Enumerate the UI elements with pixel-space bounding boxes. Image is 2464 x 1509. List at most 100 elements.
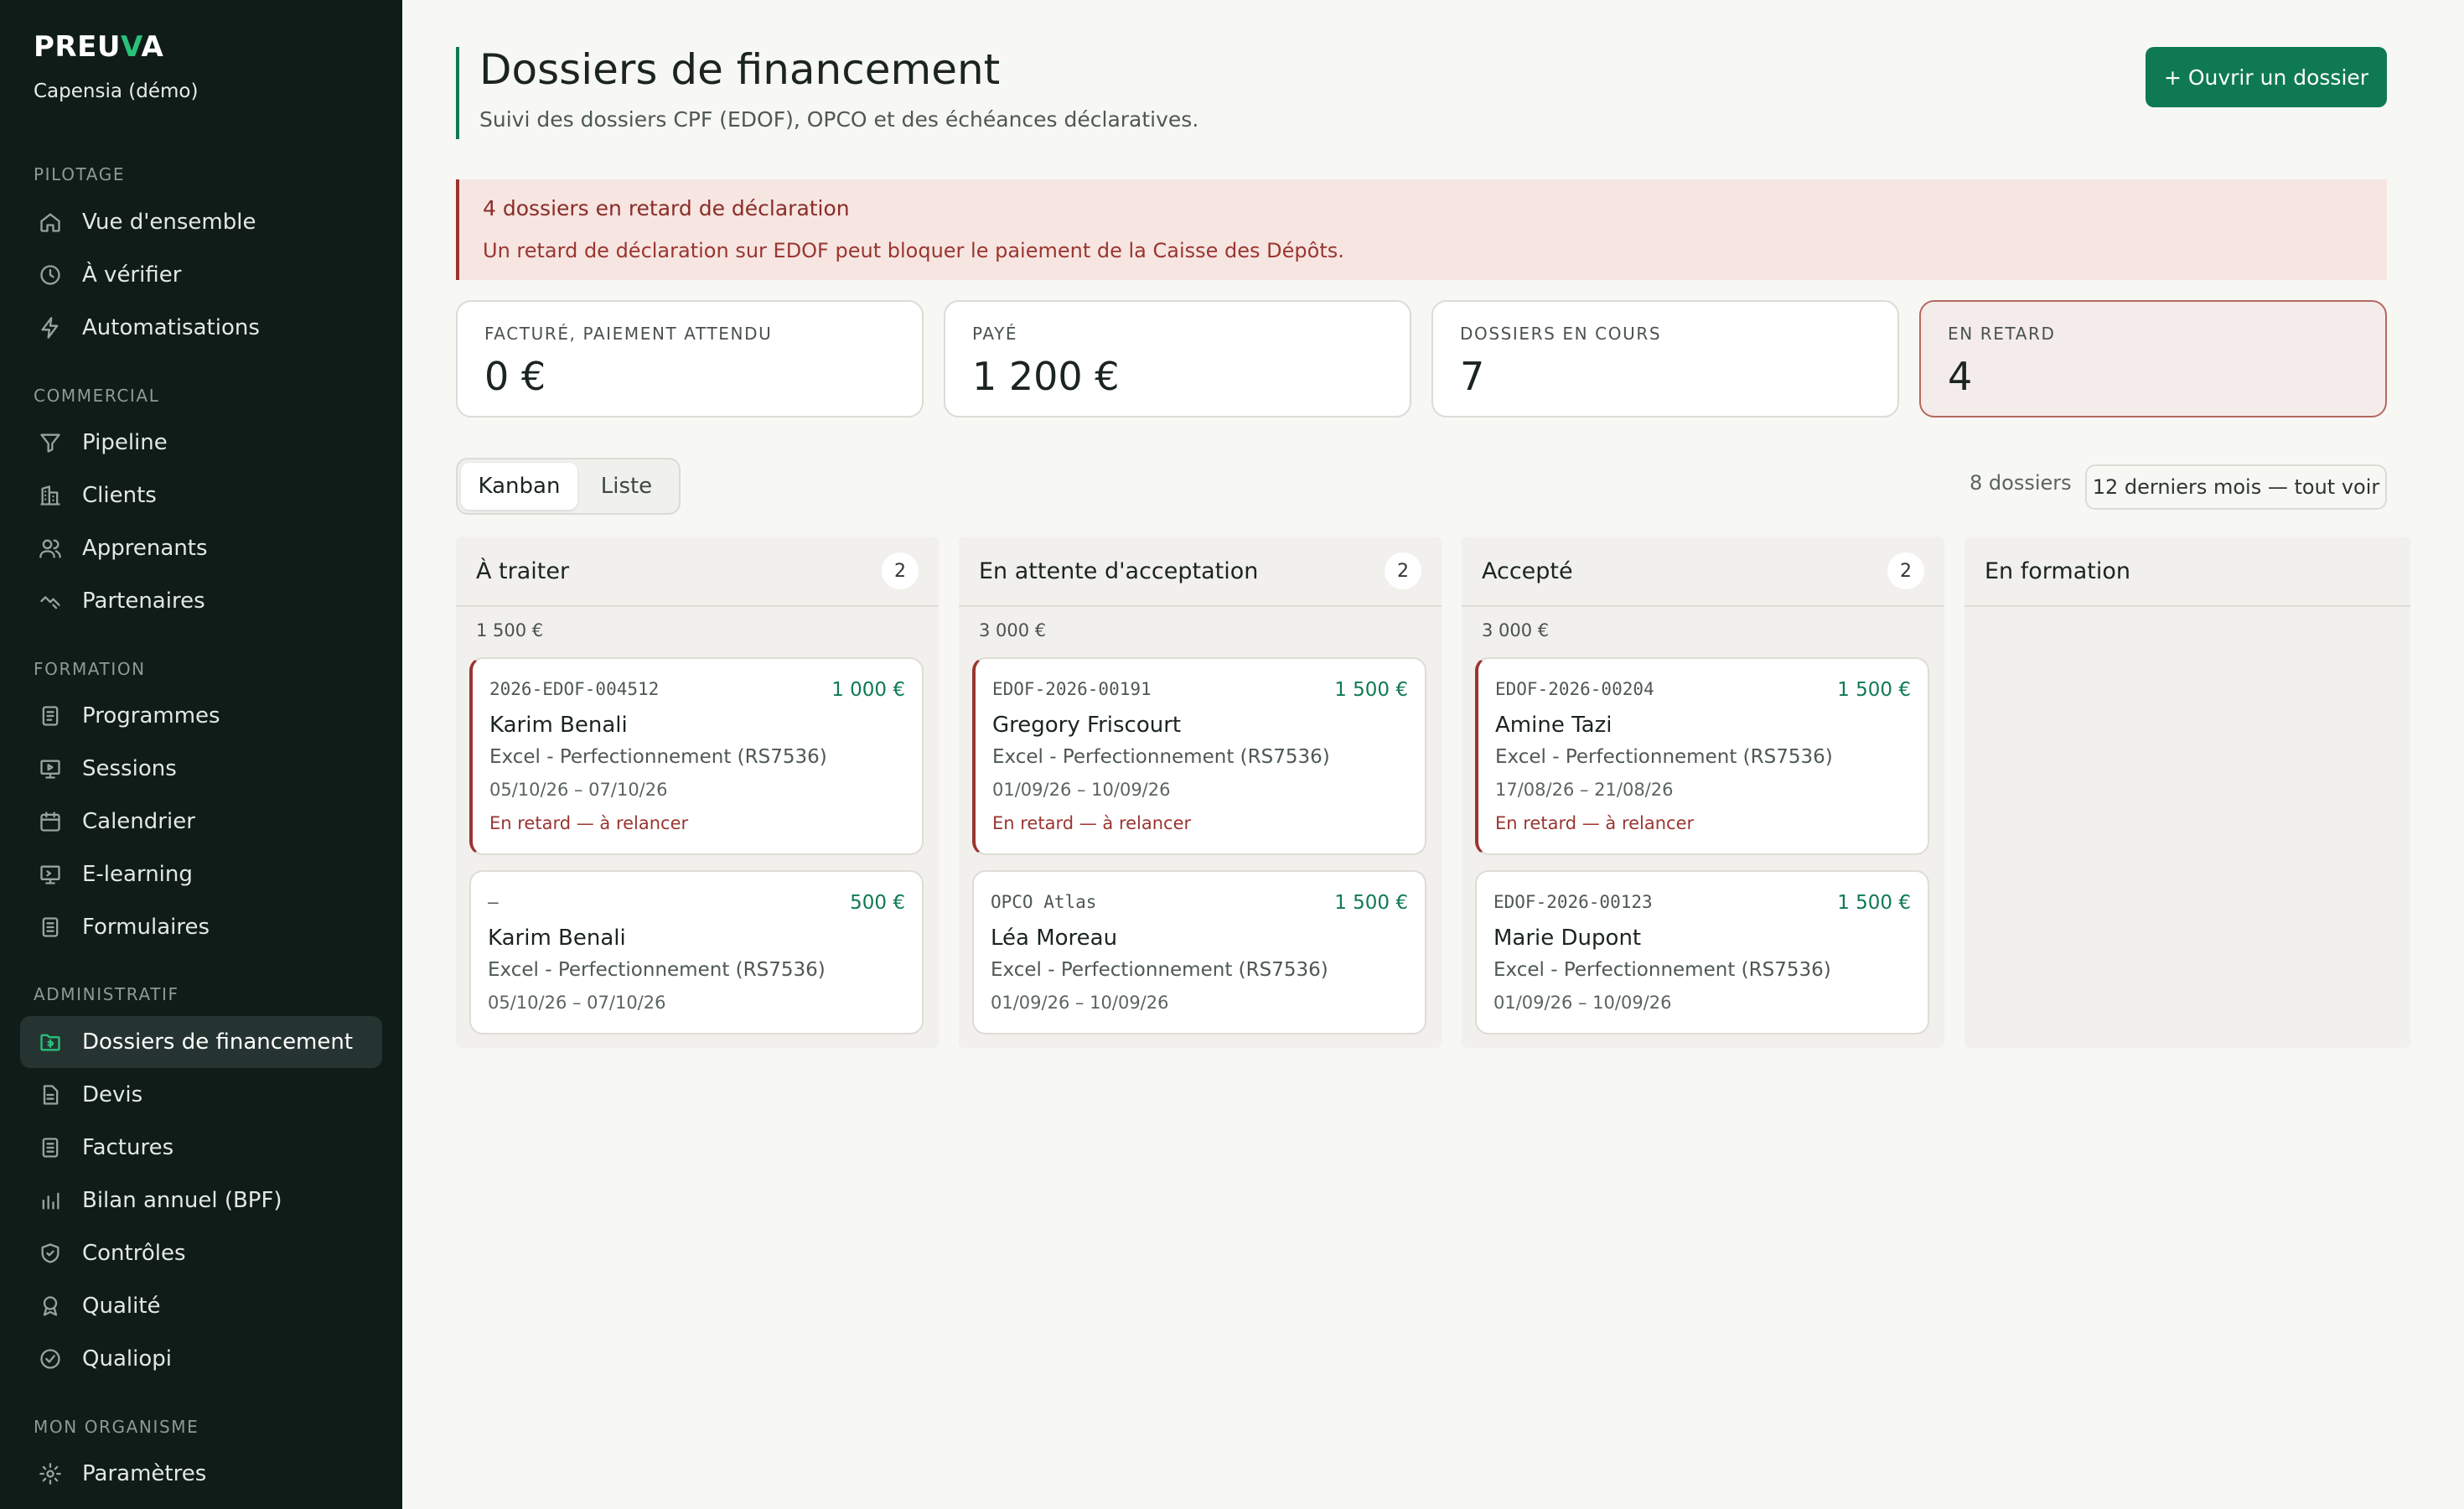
sidebar-item-label: Partenaires — [82, 589, 205, 614]
kanban-column-accepte: Accepté 2 3 000 € EDOF-2026-00204 1 500 €… — [1462, 537, 1944, 1048]
card-ref: EDOF-2026-00123 — [1493, 892, 1653, 912]
card-ref: EDOF-2026-00191 — [992, 679, 1152, 699]
view-toggle: Kanban Liste — [456, 458, 681, 515]
sidebar-item-qualiopi[interactable]: Qualiopi — [20, 1333, 382, 1385]
sidebar-item-calendar[interactable]: Calendrier — [20, 796, 382, 848]
column-count-badge: 2 — [1887, 552, 1924, 589]
form-icon — [39, 915, 62, 939]
sidebar: PREUVA Capensia (démo) PILOTAGE Vue d'en… — [0, 0, 402, 1509]
column-title: En formation — [1985, 557, 2130, 584]
dossier-card[interactable]: EDOF-2026-00191 1 500 € Gregory Friscourt… — [972, 657, 1426, 855]
page-title: Dossiers de financement — [479, 45, 1001, 94]
sidebar-item-label: Dossiers de financement — [82, 1029, 354, 1055]
dossier-card[interactable]: OPCO Atlas 1 500 € Léa Moreau Excel - Per… — [972, 870, 1426, 1035]
sidebar-item-label: Programmes — [82, 703, 220, 729]
column-sum: 3 000 € — [979, 620, 1047, 640]
sidebar-item-label: Devis — [82, 1082, 143, 1107]
sidebar-item-controls[interactable]: Contrôles — [20, 1227, 382, 1279]
users-icon — [39, 537, 62, 560]
card-name: Karim Benali — [489, 713, 628, 738]
sidebar-item-verify[interactable]: À vérifier — [20, 249, 382, 301]
check-circle-icon — [39, 1347, 62, 1371]
folder-money-icon — [39, 1030, 62, 1054]
kpi-paid: PAYÉ 1 200 € — [944, 300, 1411, 417]
sidebar-item-settings[interactable]: Paramètres — [20, 1448, 382, 1500]
card-amount: 500 € — [850, 892, 905, 914]
kpi-in-progress: DOSSIERS EN COURS 7 — [1431, 300, 1899, 417]
sidebar-item-pipeline[interactable]: Pipeline — [20, 417, 382, 469]
alert-title: 4 dossiers en retard de déclaration — [483, 196, 850, 220]
column-title: Accepté — [1482, 557, 1573, 584]
tab-list[interactable]: Liste — [577, 463, 676, 510]
brand-logo[interactable]: PREUVA — [34, 30, 163, 64]
card-warning: En retard — à relancer — [489, 813, 689, 833]
sidebar-item-label: E-learning — [82, 862, 193, 887]
card-program: Excel - Perfectionnement (RS7536) — [1495, 746, 1833, 768]
sidebar-item-label: Bilan annuel (BPF) — [82, 1188, 282, 1213]
sidebar-item-label: Clients — [82, 483, 157, 508]
sidebar-item-clients[interactable]: Clients — [20, 469, 382, 521]
kpi-label: PAYÉ — [972, 324, 1018, 344]
period-filter-button[interactable]: 12 derniers mois — tout voir — [2085, 464, 2387, 510]
card-warning: En retard — à relancer — [992, 813, 1192, 833]
card-name: Marie Dupont — [1493, 926, 1642, 951]
open-dossier-button[interactable]: + Ouvrir un dossier — [2146, 47, 2387, 107]
sidebar-item-label: Formulaires — [82, 915, 210, 940]
card-dates: 05/10/26 – 07/10/26 — [489, 780, 668, 800]
section-formation: FORMATION — [34, 659, 146, 679]
card-ref: EDOF-2026-00204 — [1495, 679, 1654, 699]
card-program: Excel - Perfectionnement (RS7536) — [488, 959, 826, 981]
kpi-value: 4 — [1948, 354, 1973, 399]
monitor-icon — [39, 863, 62, 886]
sidebar-item-learners[interactable]: Apprenants — [20, 522, 382, 574]
card-name: Gregory Friscourt — [992, 713, 1182, 738]
kanban-column-en-attente: En attente d'acceptation 2 3 000 € EDOF-… — [959, 537, 1442, 1048]
shield-check-icon — [39, 1242, 62, 1265]
sidebar-item-invoices[interactable]: Factures — [20, 1122, 382, 1174]
dossier-card[interactable]: EDOF-2026-00204 1 500 € Amine Tazi Excel … — [1475, 657, 1929, 855]
dossier-card[interactable]: EDOF-2026-00123 1 500 € Marie Dupont Exce… — [1475, 870, 1929, 1035]
sidebar-item-funding[interactable]: Dossiers de financement — [20, 1016, 382, 1068]
card-amount: 1 500 € — [1334, 679, 1408, 701]
kpi-label: EN RETARD — [1948, 324, 2056, 344]
kpi-late[interactable]: EN RETARD 4 — [1919, 300, 2387, 417]
card-dates: 01/09/26 – 10/09/26 — [991, 993, 1169, 1013]
main-content: Dossiers de financement Suivi des dossie… — [402, 0, 2464, 1509]
tab-kanban[interactable]: Kanban — [461, 463, 577, 510]
sidebar-item-overview[interactable]: Vue d'ensemble — [20, 196, 382, 248]
dossier-card[interactable]: 2026-EDOF-004512 1 000 € Karim Benali Exc… — [469, 657, 924, 855]
kpi-label: DOSSIERS EN COURS — [1460, 324, 1662, 344]
card-program: Excel - Perfectionnement (RS7536) — [992, 746, 1330, 768]
organization-name[interactable]: Capensia (démo) — [34, 80, 198, 102]
dossier-card[interactable]: — 500 € Karim Benali Excel - Perfectionne… — [469, 870, 924, 1035]
sidebar-item-sessions[interactable]: Sessions — [20, 743, 382, 795]
card-name: Karim Benali — [488, 926, 626, 951]
title-accent-bar — [456, 47, 459, 139]
section-administratif: ADMINISTRATIF — [34, 984, 179, 1004]
card-dates: 01/09/26 – 10/09/26 — [1493, 993, 1672, 1013]
column-header: En formation — [1964, 537, 2410, 607]
filter-icon — [39, 431, 62, 454]
card-amount: 1 500 € — [1334, 892, 1408, 914]
card-amount: 1 000 € — [831, 679, 905, 701]
sidebar-item-quality[interactable]: Qualité — [20, 1280, 382, 1332]
card-warning: En retard — à relancer — [1495, 813, 1695, 833]
document-icon — [39, 704, 62, 728]
sidebar-item-bpf[interactable]: Bilan annuel (BPF) — [20, 1175, 382, 1226]
card-name: Amine Tazi — [1495, 713, 1612, 738]
column-header: À traiter 2 — [456, 537, 939, 607]
column-sum: 1 500 € — [476, 620, 544, 640]
sidebar-item-quotes[interactable]: Devis — [20, 1069, 382, 1121]
sidebar-item-automations[interactable]: Automatisations — [20, 302, 382, 354]
card-program: Excel - Perfectionnement (RS7536) — [489, 746, 827, 768]
file-text-icon — [39, 1083, 62, 1107]
column-sum: 3 000 € — [1482, 620, 1550, 640]
sidebar-item-programs[interactable]: Programmes — [20, 690, 382, 742]
sidebar-item-partners[interactable]: Partenaires — [20, 575, 382, 627]
sidebar-item-label: Factures — [82, 1135, 174, 1160]
sidebar-item-forms[interactable]: Formulaires — [20, 901, 382, 953]
sidebar-item-elearning[interactable]: E-learning — [20, 848, 382, 900]
clock-icon — [39, 263, 62, 287]
card-dates: 17/08/26 – 21/08/26 — [1495, 780, 1674, 800]
column-header: En attente d'acceptation 2 — [959, 537, 1442, 607]
